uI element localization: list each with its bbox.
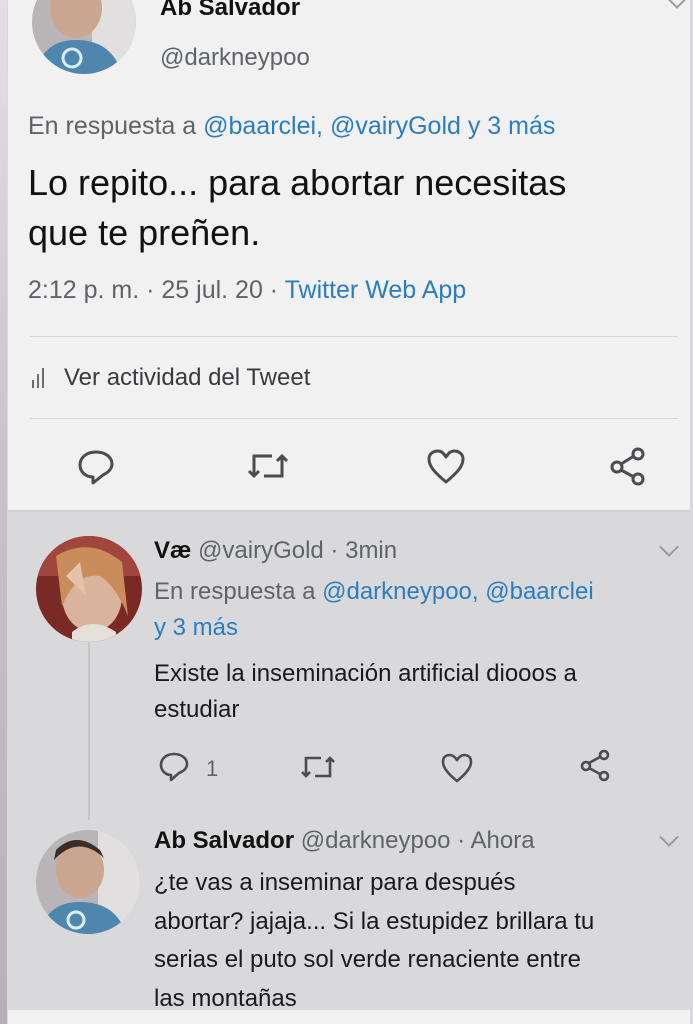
author-handle[interactable]: @darkneypoo: [160, 44, 310, 72]
reply-context: En respuesta a @baarclei, @vairyGold y 3…: [28, 112, 555, 141]
avatar[interactable]: [36, 536, 142, 642]
tweet-thread: Ab Salvador @darkneypoo En respuesta a @…: [8, 0, 690, 1024]
reply-text-line: estudiar: [154, 696, 240, 723]
retweet-icon[interactable]: [246, 448, 290, 484]
avatar[interactable]: [32, 0, 136, 74]
divider: [30, 418, 678, 419]
reply-text-line: serias el puto sol verde renaciente entr…: [154, 946, 581, 973]
reply-count: 1: [206, 756, 219, 781]
reply-icon[interactable]: [158, 750, 190, 782]
reply-text-line: ¿te vas a inseminar para después: [154, 869, 516, 896]
reply-to-links[interactable]: @baarclei, @vairyGold y 3 más: [203, 112, 555, 140]
reply-handle-time[interactable]: @vairyGold · 3min: [198, 537, 397, 564]
bar-chart-icon: [32, 368, 46, 388]
reply-text-line: abortar? jajaja... Si la estupidez brill…: [154, 907, 595, 935]
chevron-down-icon[interactable]: [667, 0, 687, 9]
reply-to-links[interactable]: y 3 más: [154, 610, 594, 646]
like-icon[interactable]: [440, 752, 474, 784]
tweet-text-line: que te preñen.: [28, 212, 261, 253]
reply-author-name[interactable]: Væ: [154, 537, 191, 564]
reply-context: En respuesta a @darkneypoo, @baarclei y …: [154, 574, 594, 646]
retweet-icon[interactable]: [300, 752, 336, 782]
share-icon[interactable]: [578, 748, 612, 782]
tweet-text-line: Lo repito... para abortar necesitas: [28, 162, 567, 203]
chevron-down-icon[interactable]: [659, 827, 679, 847]
reply-text-line: Existe la inseminación artificial diooos…: [154, 660, 577, 687]
reply-header: Væ @vairyGold · 3min: [154, 534, 397, 568]
thread-line: [88, 642, 90, 820]
reply-handle-time[interactable]: @darkneypoo · Ahora: [301, 827, 535, 854]
left-edge: [0, 0, 7, 1024]
reply-prefix: En respuesta a: [154, 578, 316, 605]
avatar[interactable]: [36, 830, 140, 934]
tweet-source[interactable]: Twitter Web App: [285, 276, 467, 304]
reply-to-links[interactable]: @darkneypoo, @baarclei: [322, 578, 594, 605]
tweet-meta: 2:12 p. m. · 25 jul. 20 · Twitter Web Ap…: [28, 276, 466, 305]
main-tweet: Ab Salvador @darkneypoo En respuesta a @…: [8, 0, 690, 512]
card-bottom: [8, 1010, 690, 1024]
reply-prefix: En respuesta a: [28, 112, 197, 140]
tweet-activity-link[interactable]: Ver actividad del Tweet: [64, 364, 310, 392]
tweet-text: Lo repito... para abortar necesitas que …: [28, 158, 668, 258]
reply-text: Existe la inseminación artificial diooos…: [154, 656, 684, 728]
timestamp[interactable]: 2:12 p. m. · 25 jul. 20 ·: [28, 276, 278, 304]
divider: [30, 336, 678, 337]
author-name[interactable]: Ab Salvador: [160, 0, 300, 22]
chevron-down-icon[interactable]: [659, 537, 679, 557]
reply-author-name[interactable]: Ab Salvador: [154, 827, 294, 854]
reply-text: ¿te vas a inseminar para después abortar…: [154, 864, 693, 1018]
like-icon[interactable]: [426, 448, 466, 486]
reply-header: Ab Salvador @darkneypoo · Ahora: [154, 824, 535, 858]
reply-icon[interactable]: [76, 446, 116, 486]
share-icon[interactable]: [608, 446, 648, 486]
